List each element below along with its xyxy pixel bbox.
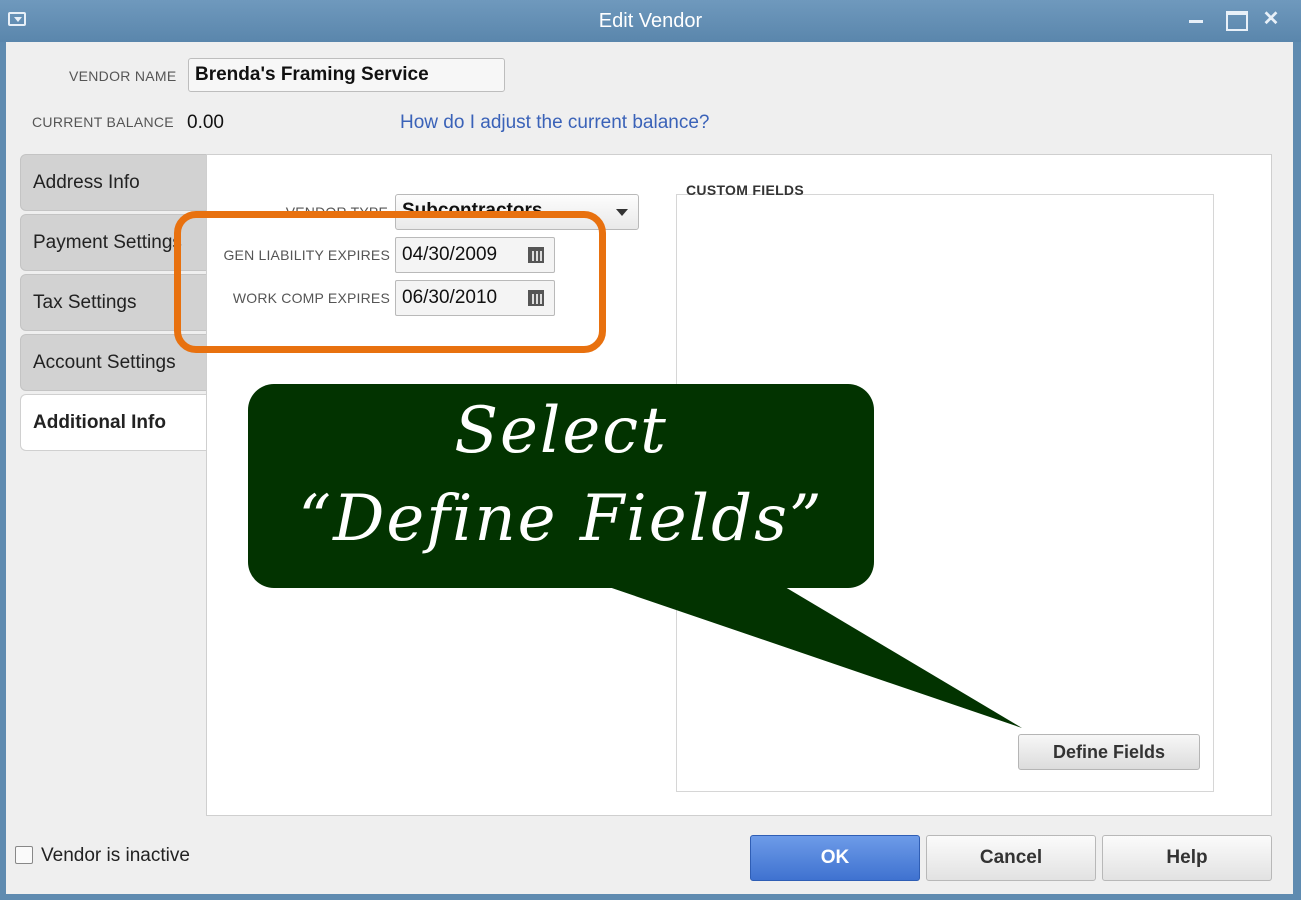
callout-line-1: Select (454, 394, 668, 468)
title-bar: Edit Vendor ✕ (0, 0, 1301, 42)
vendor-inactive-checkbox[interactable] (15, 846, 33, 864)
tab-address-info[interactable]: Address Info (20, 154, 208, 211)
custom-fields-title: CUSTOM FIELDS (686, 182, 804, 198)
vendor-name-input[interactable]: Brenda's Framing Service (188, 58, 505, 92)
vendor-inactive-label[interactable]: Vendor is inactive (41, 845, 190, 867)
vendor-name-label: VENDOR NAME (69, 68, 177, 84)
callout-bubble: Select “Define Fields” (248, 384, 874, 588)
highlight-box (174, 211, 606, 353)
ok-button[interactable]: OK (750, 835, 920, 881)
adjust-balance-help-link[interactable]: How do I adjust the current balance? (400, 112, 709, 134)
current-balance-label: CURRENT BALANCE (32, 114, 174, 130)
callout-line-2: “Define Fields” (298, 482, 824, 556)
window-title: Edit Vendor (598, 10, 703, 32)
tab-additional-info[interactable]: Additional Info (20, 394, 212, 451)
help-button[interactable]: Help (1102, 835, 1272, 881)
minimize-icon[interactable] (1184, 6, 1210, 32)
cancel-button[interactable]: Cancel (926, 835, 1096, 881)
maximize-icon[interactable] (1222, 6, 1248, 32)
current-balance-value: 0.00 (187, 112, 224, 133)
chevron-down-icon (616, 209, 628, 216)
close-icon[interactable]: ✕ (1258, 6, 1284, 32)
define-fields-button[interactable]: Define Fields (1018, 734, 1200, 770)
